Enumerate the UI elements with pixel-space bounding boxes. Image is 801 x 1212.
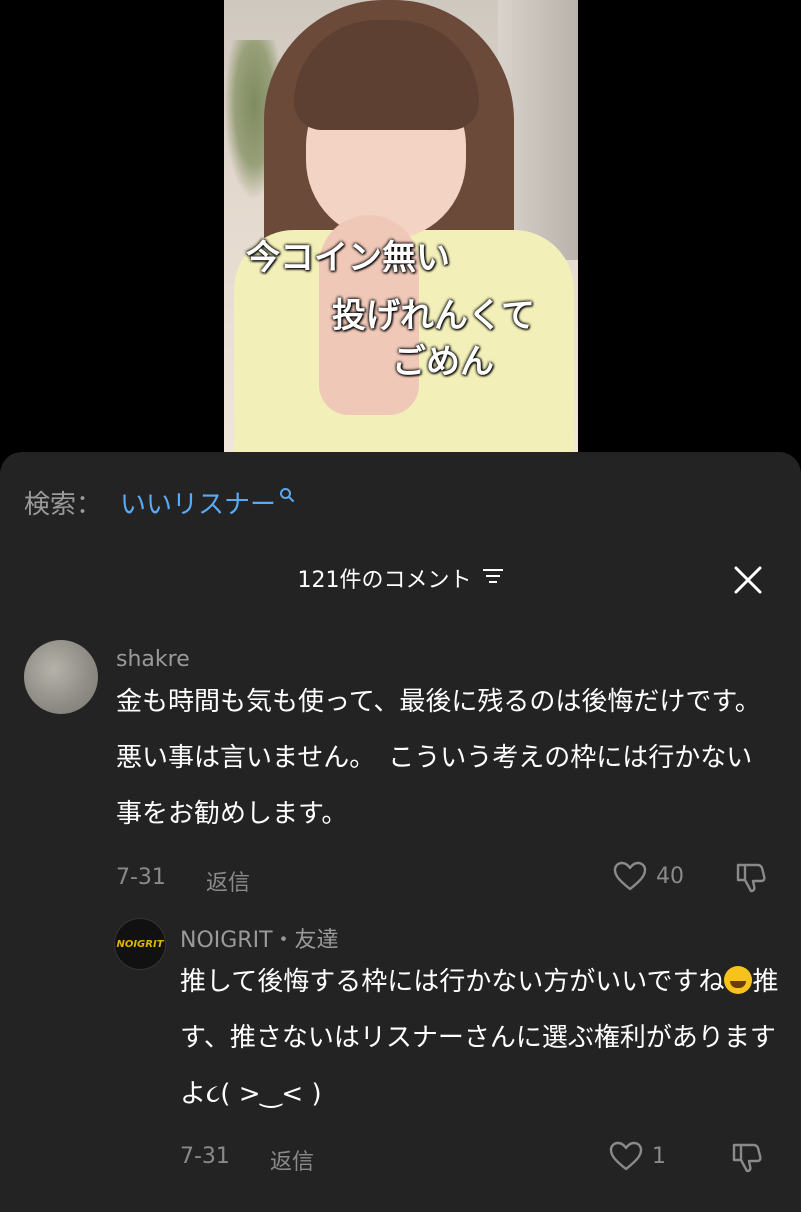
reply-button[interactable]: 返信: [270, 1144, 314, 1176]
thumbs-down-icon: [732, 1143, 762, 1173]
comment-text: 金も時間も気も使って、最後に残るのは後悔だけです。 悪い事は言いません。 こうい…: [116, 687, 774, 829]
heart-icon: [613, 861, 647, 891]
avatar-logo-text: NOIGRIT: [116, 938, 164, 950]
comment-date: 7-31: [116, 865, 166, 890]
search-suggestion[interactable]: 検索： いいリスナー: [24, 482, 295, 522]
search-term-link[interactable]: いいリスナー: [120, 484, 276, 521]
comment-username[interactable]: shakre: [116, 647, 190, 672]
reply-button[interactable]: 返信: [206, 865, 250, 897]
like-count: 40: [656, 863, 684, 889]
comment-text-part: 推して後悔する枠には行かない方がいいですね: [180, 967, 725, 997]
avatar[interactable]: [24, 640, 98, 714]
close-icon: [734, 566, 762, 594]
comments-header: 121件のコメント: [0, 562, 801, 594]
search-icon: [279, 480, 295, 510]
comment-meta: 7-31 返信: [180, 1144, 314, 1176]
dislike-button[interactable]: [734, 860, 768, 898]
video-frame[interactable]: 今コイン無い 投げれんくて ごめん: [224, 0, 578, 452]
comment-meta: 7-31 返信: [116, 865, 250, 897]
comments-panel: 検索： いいリスナー 121件のコメント shakre 金も時間も気も使って、最…: [0, 452, 801, 1212]
comment-username[interactable]: NOIGRIT・友達: [180, 922, 339, 954]
video-area[interactable]: 今コイン無い 投げれんくて ごめん: [0, 0, 801, 460]
avatar[interactable]: NOIGRIT: [114, 918, 166, 970]
video-caption-line1: 今コイン無い: [246, 238, 450, 278]
close-button[interactable]: [730, 562, 766, 598]
laughing-emoji-icon: [724, 966, 753, 994]
dislike-button[interactable]: [730, 1140, 764, 1178]
video-caption-line3: ごめん: [392, 342, 494, 382]
comment-text: 推して後悔する枠には行かない方がいいですね 推す、推さないはリスナーさんに選ぶ権利…: [180, 954, 780, 1122]
search-label: 検索：: [24, 489, 103, 520]
video-caption-line2: 投げれんくて: [332, 296, 535, 336]
comments-count-title: 121件のコメント: [297, 568, 472, 593]
comment-date: 7-31: [180, 1144, 230, 1169]
like-count: 1: [652, 1143, 666, 1169]
thumbs-down-icon: [736, 863, 766, 893]
like-button[interactable]: 1: [608, 1140, 666, 1172]
like-button[interactable]: 40: [612, 860, 684, 892]
heart-icon: [609, 1141, 643, 1171]
sort-icon[interactable]: [482, 566, 504, 591]
